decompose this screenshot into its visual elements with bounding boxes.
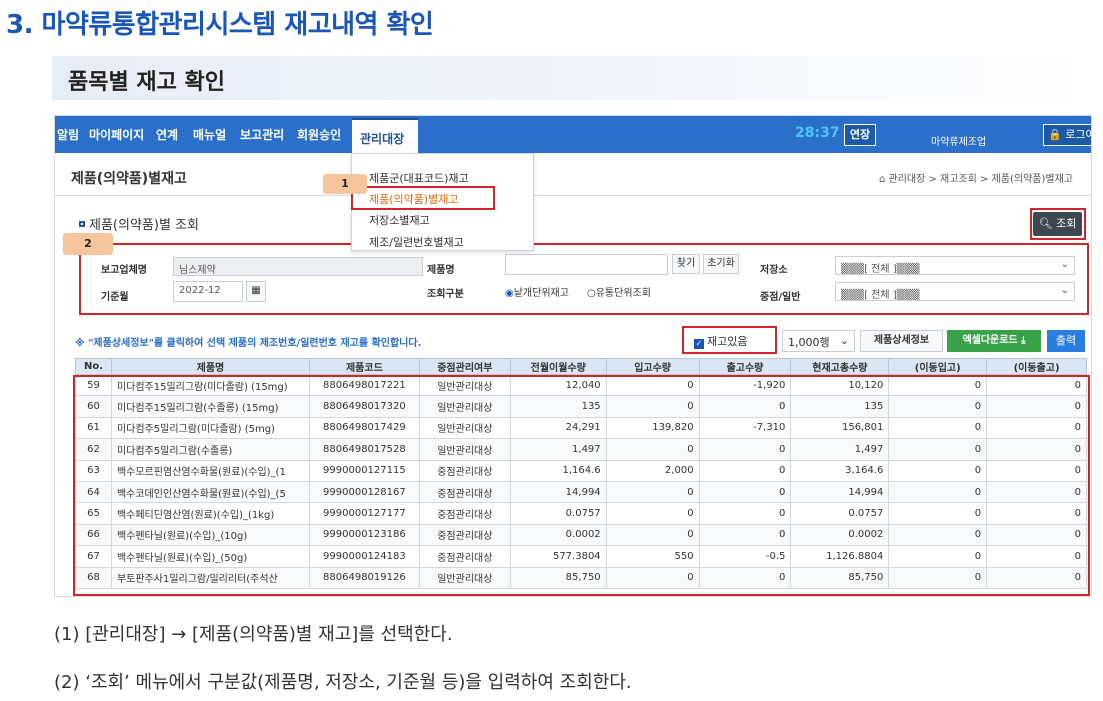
print-button[interactable]: 출력 [1047,330,1085,352]
search-button-label: 조회 [1056,217,1077,230]
search-icon: 🔍︎ [1038,217,1053,230]
base-month-field[interactable]: 2022-12 [173,281,243,302]
section-title-text: 제품(의약품)별 조회 [89,218,199,233]
home-icon: ⌂ [878,174,886,185]
caption-step-2: (2) ‘조회’ 메뉴에서 구분값(제품명, 저장소, 기준월 등)을 입력하여… [54,672,632,693]
find-button[interactable]: 찾기 [672,254,700,274]
col-header-move-out[interactable]: (이동출고) [986,358,1087,375]
breadcrumb-text: 관리대장 > 재고조회 > 제품(의약품)별재고 [888,174,1073,185]
nav-item-link[interactable]: 연계 [156,126,178,143]
extend-session-button[interactable]: 연장 [844,124,876,146]
reset-button[interactable]: 초기화 [703,254,739,274]
col-header-move-in[interactable]: (이동입고) [888,358,988,375]
radio-selected-icon: ◉ [505,288,514,299]
nav-item-ledger[interactable]: 관리대장 [352,118,418,153]
step-badge-2: 2 [63,233,113,255]
table-highlight [73,375,1090,596]
chevron-down-icon: ⌄ [1060,259,1069,270]
divider [55,195,1091,196]
company-label: 보고업체명 [101,265,147,276]
storage-select-value: ▒▒▒[ 전체 ]▒▒▒ [841,264,920,275]
radio-distribution-label: 유통단위조회 [595,288,651,299]
has-stock-checkbox[interactable]: ✓ 재고있음 [682,326,777,354]
nav-item-member-approval[interactable]: 회원승인 [297,126,341,143]
rows-per-page-select[interactable]: 1,000행 ⌄ [782,330,855,352]
notice-text: ※ "제품상세정보"를 클릭하여 선택 제품의 제조번호/일련번호 재고를 확인… [75,338,422,349]
rows-per-page-value: 1,000행 [788,336,830,349]
lock-icon: 🔒 [1048,128,1062,141]
chevron-down-icon: ⌄ [839,334,849,347]
menu-item-serial-stock[interactable]: 제조/일련번호별재고 [369,234,464,250]
download-icon: ⤓ [1021,335,1026,346]
col-header-carryover[interactable]: 전월이월수량 [509,358,607,375]
company-type: 마약류제조업 [931,137,987,148]
caption-step-1: (1) [관리대장] → [제품(의약품)별 재고]를 선택한다. [54,624,453,645]
storage-select[interactable]: ▒▒▒[ 전체 ]▒▒▒ ⌄ [835,256,1075,275]
chevron-down-icon: ⌄ [1060,285,1069,296]
radio-unit-stock[interactable]: ◉낱개단위재고 [505,284,569,299]
query-type-label: 조회구분 [427,289,464,300]
weight-label: 중점/일반 [760,292,801,303]
radio-empty-icon: ○ [587,288,596,299]
menu-item-group-stock[interactable]: 제품군(대표코드)재고 [369,170,469,186]
company-field: 님스제약 [173,257,423,276]
col-header-in[interactable]: 입고수량 [605,358,700,375]
calendar-icon[interactable]: ▦ [246,281,266,302]
nav-item-report[interactable]: 보고관리 [240,126,284,143]
logout-label: 로그아웃 [1065,128,1091,141]
excel-download-label: 엑셀다운로드 [962,335,1018,346]
search-button[interactable]: 🔍︎ 조회 [1033,212,1082,236]
top-nav: 알림 마이페이지 연계 매뉴얼 보고관리 회원승인 관리대장 28:37 연장 … [55,116,1091,153]
nav-item-manual[interactable]: 매뉴얼 [193,126,226,143]
base-month-label: 기준월 [101,292,129,303]
breadcrumb: ⌂ 관리대장 > 재고조회 > 제품(의약품)별재고 [879,170,1073,185]
has-stock-label: 재고있음 [707,335,748,348]
product-input[interactable] [505,254,668,275]
session-timer: 28:37 [795,125,840,141]
col-header-product-code[interactable]: 제품코드 [308,358,420,375]
radio-unit-label: 낱개단위재고 [513,288,569,299]
section-square-icon [79,221,85,227]
weight-select-value: ▒▒▒[ 전체 ]▒▒▒ [841,290,920,301]
nav-item-alerts[interactable]: 알림 [57,126,79,143]
col-header-product-name[interactable]: 제품명 [110,358,310,375]
page-title: 제품(의약품)별재고 [71,171,187,187]
excel-download-button[interactable]: 엑셀다운로드 ⤓ [947,330,1041,352]
checkmark-icon: ✓ [694,339,704,349]
step-badge-1: 1 [323,174,367,194]
storage-label: 저장소 [760,265,788,276]
col-header-priority[interactable]: 중점관리여부 [418,358,511,375]
product-detail-button[interactable]: 제품상세정보 [860,330,943,352]
weight-select[interactable]: ▒▒▒[ 전체 ]▒▒▒ ⌄ [835,282,1075,301]
app-screenshot: 알림 마이페이지 연계 매뉴얼 보고관리 회원승인 관리대장 28:37 연장 … [54,115,1092,597]
table-header-row: No. 제품명 제품코드 중점관리여부 전월이월수량 입고수량 출고수량 현재고… [75,358,1087,375]
nav-item-mypage[interactable]: 마이페이지 [89,126,144,143]
document-title: 3. 마약류통합관리시스템 재고내역 확인 [6,10,434,40]
radio-distribution[interactable]: ○유통단위조회 [587,284,651,299]
col-header-no[interactable]: No. [75,358,112,375]
document-subtitle: 품목별 재고 확인 [68,70,225,95]
section-title: 제품(의약품)별 조회 [79,214,199,233]
product-label: 제품명 [427,265,455,276]
logout-button[interactable]: 🔒 로그아웃 [1043,124,1091,146]
col-header-current[interactable]: 현재고총수량 [790,358,890,375]
col-header-out[interactable]: 출고수량 [698,358,792,375]
menu-item-storage-stock[interactable]: 저장소별재고 [369,212,430,228]
menu-item-highlight [351,186,495,210]
